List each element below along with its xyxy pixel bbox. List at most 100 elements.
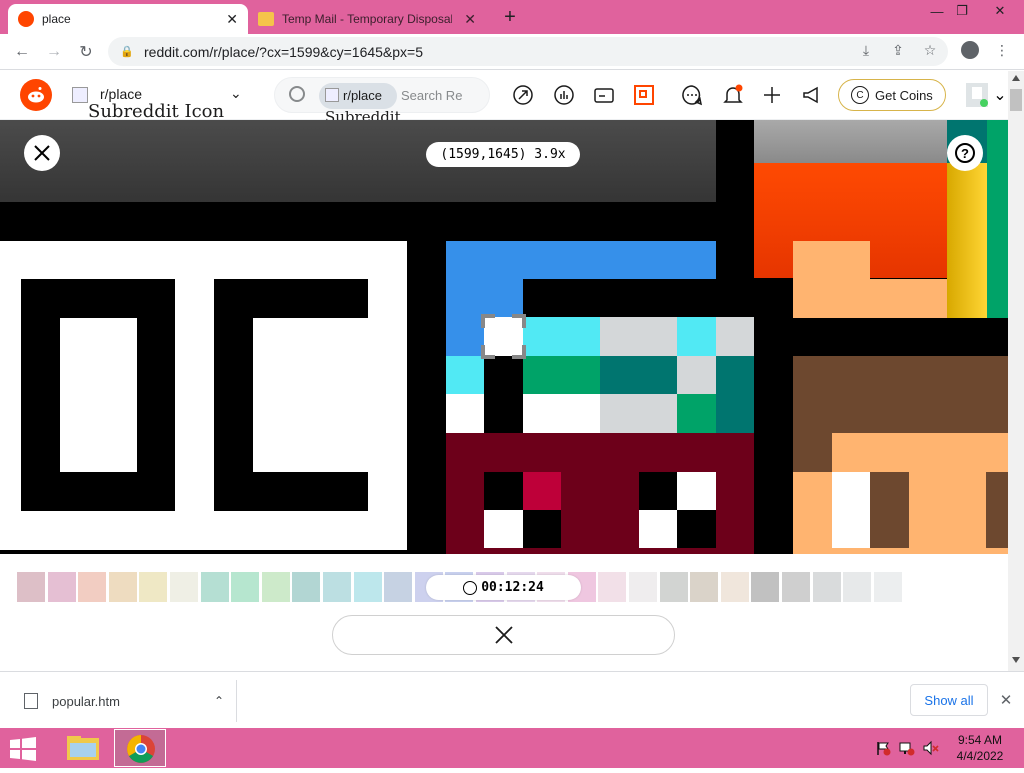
url-text: reddit.com/r/place/?cx=1599&cy=1645&px=5 <box>144 43 424 60</box>
canvas-region <box>0 120 716 202</box>
scrollbar-down-arrow-icon[interactable] <box>1012 657 1020 663</box>
video-icon[interactable] <box>592 83 616 107</box>
close-palette-button[interactable] <box>332 615 675 655</box>
back-icon[interactable]: ← <box>10 40 34 64</box>
action-center-flag-icon[interactable] <box>875 740 891 756</box>
chrome-menu-icon[interactable]: ⋮ <box>992 40 1012 60</box>
tab-temp-mail[interactable]: Temp Mail - Temporary Disposab ✕ <box>250 4 486 34</box>
tab-place[interactable]: place ✕ <box>8 4 248 34</box>
forward-icon[interactable]: → <box>42 40 66 64</box>
canvas-region <box>793 472 832 554</box>
canvas-region <box>446 317 484 356</box>
place-canvas[interactable] <box>0 120 1008 554</box>
palette-color-swatch[interactable] <box>17 572 45 602</box>
create-post-icon[interactable] <box>760 83 784 107</box>
canvas-region <box>639 472 677 510</box>
system-clock[interactable]: 9:54 AM 4/4/2022 <box>948 732 1012 764</box>
advertise-icon[interactable] <box>800 83 824 107</box>
canvas-region <box>600 317 677 356</box>
close-window-icon[interactable]: ✕ <box>985 0 1015 22</box>
community-dropdown[interactable]: r/place Subreddit Icon ⌄ <box>70 81 250 122</box>
show-all-downloads-button[interactable]: Show all <box>910 684 988 716</box>
windows-start-icon[interactable] <box>8 736 40 762</box>
restore-window-icon[interactable]: ❐ <box>947 0 977 22</box>
palette-color-swatch[interactable] <box>47 572 76 602</box>
scrollbar-up-arrow-icon[interactable] <box>1012 75 1020 81</box>
download-item[interactable]: popular.htm ⌃ <box>12 682 236 720</box>
clock-date: 4/4/2022 <box>956 749 1004 763</box>
palette-color-swatch[interactable] <box>782 572 810 602</box>
palette-color-swatch[interactable] <box>292 572 321 602</box>
palette-color-swatch[interactable] <box>384 572 413 602</box>
palette-color-swatch[interactable] <box>843 572 872 602</box>
bookmark-star-icon[interactable]: ☆ <box>920 40 940 60</box>
palette-color-swatch[interactable] <box>78 572 107 602</box>
rpan-icon[interactable] <box>632 83 656 107</box>
file-explorer-icon[interactable] <box>60 730 106 766</box>
search-input[interactable]: r/place Subreddit Search Re <box>274 77 490 126</box>
canvas-region <box>716 317 754 356</box>
scrollbar-thumb[interactable] <box>1010 89 1022 111</box>
close-tab-icon[interactable]: ✕ <box>464 11 476 28</box>
install-app-icon[interactable]: ⤓ <box>856 40 876 60</box>
reload-icon[interactable]: ↻ <box>74 40 98 64</box>
palette-color-swatch[interactable] <box>170 572 198 602</box>
palette-color-swatch[interactable] <box>231 572 260 602</box>
canvas-region <box>523 356 600 394</box>
canvas-region <box>446 279 523 317</box>
search-scope-chip[interactable]: r/place <box>319 83 397 109</box>
popular-icon[interactable] <box>511 83 535 107</box>
canvas-region <box>446 356 484 394</box>
palette-color-swatch[interactable] <box>261 572 290 602</box>
pixel-selection-reticle[interactable] <box>481 314 526 359</box>
get-coins-button[interactable]: C Get Coins <box>838 79 946 111</box>
canvas-region <box>716 356 754 433</box>
new-tab-button[interactable]: + <box>498 4 522 30</box>
palette-color-swatch[interactable] <box>751 572 780 602</box>
subreddit-icon-alt-text: Subreddit Icon <box>88 101 225 122</box>
palette-color-swatch[interactable] <box>353 572 382 602</box>
clock-icon <box>463 580 478 595</box>
canvas-region <box>677 356 716 394</box>
canvas-region <box>793 241 870 318</box>
palette-color-swatch[interactable] <box>139 572 168 602</box>
palette-color-swatch[interactable] <box>598 572 627 602</box>
palette-color-swatch[interactable] <box>108 572 137 602</box>
user-avatar[interactable] <box>964 81 990 109</box>
chevron-down-icon[interactable]: ⌄ <box>993 83 1007 107</box>
reddit-logo-icon[interactable] <box>20 79 52 111</box>
canvas-region <box>986 472 1008 548</box>
palette-color-swatch[interactable] <box>873 572 902 602</box>
canvas-region <box>446 241 716 279</box>
palette-color-swatch[interactable] <box>323 572 351 602</box>
palette-color-swatch[interactable] <box>200 572 229 602</box>
palette-color-swatch[interactable] <box>812 572 841 602</box>
volume-muted-icon[interactable] <box>923 740 939 756</box>
palette-color-swatch[interactable] <box>659 572 688 602</box>
canvas-region <box>677 317 716 356</box>
chevron-up-icon[interactable]: ⌃ <box>214 694 224 708</box>
network-icon[interactable] <box>899 740 915 756</box>
coordinates-display: (1599,1645) 3.9x <box>426 142 580 167</box>
close-tab-icon[interactable]: ✕ <box>226 11 238 28</box>
address-bar[interactable]: 🔒 reddit.com/r/place/?cx=1599&cy=1645&px… <box>108 37 948 66</box>
notifications-bell-icon[interactable] <box>721 83 745 107</box>
page-scrollbar[interactable] <box>1008 71 1024 671</box>
canvas-region <box>0 202 716 240</box>
stats-icon[interactable] <box>552 83 576 107</box>
chrome-taskbar-icon[interactable] <box>114 729 166 767</box>
chat-icon[interactable] <box>680 83 704 107</box>
palette-color-swatch[interactable] <box>720 572 749 602</box>
palette-color-swatch[interactable] <box>690 572 719 602</box>
close-icon[interactable] <box>24 135 60 171</box>
share-icon[interactable]: ⇪ <box>888 40 908 60</box>
subreddit-icon <box>72 87 88 103</box>
cooldown-timer-text: 00:12:24 <box>481 580 544 595</box>
canvas-region <box>832 472 870 548</box>
canvas-region <box>600 394 677 433</box>
canvas-region <box>523 394 600 433</box>
close-icon[interactable]: ✕ <box>996 690 1016 710</box>
help-icon[interactable]: ? <box>947 135 983 171</box>
palette-color-swatch[interactable] <box>629 572 657 602</box>
profile-icon[interactable] <box>960 40 980 60</box>
